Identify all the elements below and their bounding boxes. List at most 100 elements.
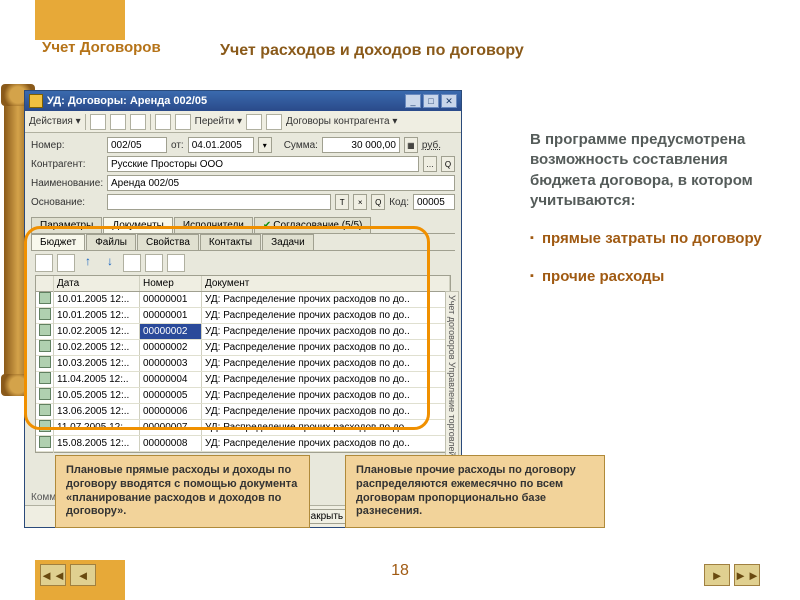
col-date[interactable]: Дата <box>54 276 140 291</box>
tab-contacts[interactable]: Контакты <box>200 234 261 250</box>
table-row[interactable]: 10.01.2005 12:..00000001УД: Распределени… <box>36 292 450 308</box>
grid-tool-icon[interactable] <box>145 254 163 272</box>
col-num[interactable]: Номер <box>140 276 202 291</box>
nav-next-button[interactable]: ► <box>704 564 730 586</box>
col-icon[interactable] <box>36 276 54 291</box>
num-label: Номер: <box>31 140 103 151</box>
toolbar-icon[interactable] <box>266 114 282 130</box>
kontr-input[interactable]: Русские Просторы ООО <box>107 156 419 172</box>
arrow-up-icon[interactable]: ↑ <box>79 254 97 272</box>
cell-doc: УД: Распределение прочих расходов по до.… <box>202 340 450 355</box>
grid-tool-icon[interactable] <box>167 254 185 272</box>
table-row[interactable]: 10.02.2005 12:..00000002УД: Распределени… <box>36 340 450 356</box>
tab-params[interactable]: Параметры <box>31 217 102 233</box>
table-row[interactable]: 11.07.2005 12:..00000007УД: Распределени… <box>36 420 450 436</box>
q-button[interactable]: Q <box>371 194 385 210</box>
toolbar-icon[interactable] <box>110 114 126 130</box>
check-icon: ✔ <box>263 220 271 231</box>
grid-tool-icon[interactable] <box>57 254 75 272</box>
date-label: от: <box>171 140 184 151</box>
tab-approval[interactable]: ✔Согласование (5/5) <box>254 217 371 233</box>
currency-link[interactable]: руб. <box>422 140 441 151</box>
cell-date: 10.02.2005 12:.. <box>54 324 140 339</box>
cell-doc: УД: Распределение прочих расходов по до.… <box>202 308 450 323</box>
basis-input[interactable] <box>107 194 331 210</box>
toolbar-icon[interactable] <box>90 114 106 130</box>
table-row[interactable]: 10.03.2005 12:..00000003УД: Распределени… <box>36 356 450 372</box>
table-row[interactable]: 15.08.2005 12:..00000008УД: Распределени… <box>36 436 450 452</box>
maximize-button[interactable]: □ <box>423 94 439 108</box>
sum-label: Сумма: <box>284 140 318 151</box>
date-picker-button[interactable]: ▾ <box>258 137 272 153</box>
cell-num: 00000005 <box>140 388 202 403</box>
table-row[interactable]: 10.02.2005 12:..00000002УД: Распределени… <box>36 324 450 340</box>
tab-tasks[interactable]: Задачи <box>262 234 314 250</box>
doc-icon <box>39 436 51 448</box>
cell-num: 00000007 <box>140 420 202 435</box>
side-vertical-text[interactable]: Учет договоров Управление торговлей <box>445 291 459 461</box>
doc-icon <box>39 292 51 304</box>
app-icon <box>29 94 43 108</box>
doc-icon <box>39 324 51 336</box>
form-area: Номер: 002/05 от: 04.01.2005 ▾ Сумма: 30… <box>25 133 461 215</box>
cell-date: 15.08.2005 12:.. <box>54 436 140 451</box>
window-title: УД: Договоры: Аренда 002/05 <box>47 95 403 107</box>
cell-date: 11.04.2005 12:.. <box>54 372 140 387</box>
basis-label: Основание: <box>31 197 103 208</box>
table-row[interactable]: 11.04.2005 12:..00000004УД: Распределени… <box>36 372 450 388</box>
titlebar[interactable]: УД: Договоры: Аренда 002/05 _ □ ✕ <box>25 91 461 111</box>
bullet-2: прочие расходы <box>530 267 780 287</box>
doc-icon <box>39 420 51 432</box>
decor-bar-top <box>35 0 125 40</box>
cell-doc: УД: Распределение прочих расходов по до.… <box>202 404 450 419</box>
table-row[interactable]: 10.05.2005 12:..00000005УД: Распределени… <box>36 388 450 404</box>
nav-last-button[interactable]: ►► <box>734 564 760 586</box>
nav-first-button[interactable]: ◄◄ <box>40 564 66 586</box>
table-row[interactable]: 10.01.2005 12:..00000001УД: Распределени… <box>36 308 450 324</box>
tab-budget[interactable]: Бюджет <box>31 234 85 250</box>
doc-icon <box>39 340 51 352</box>
code-input[interactable]: 00005 <box>413 194 455 210</box>
minimize-button[interactable]: _ <box>405 94 421 108</box>
num-input[interactable]: 002/05 <box>107 137 167 153</box>
doc-icon <box>39 372 51 384</box>
tab-files[interactable]: Файлы <box>86 234 136 250</box>
tabs-row-1: Параметры Документы Исполнители ✔Согласо… <box>31 217 455 234</box>
cell-doc: УД: Распределение прочих расходов по до.… <box>202 420 450 435</box>
grid-tool-icon[interactable] <box>123 254 141 272</box>
actions-menu[interactable]: Действия ▾ <box>29 116 81 127</box>
toolbar-icon[interactable] <box>155 114 171 130</box>
cell-doc: УД: Распределение прочих расходов по до.… <box>202 436 450 451</box>
table-row[interactable]: 13.06.2005 12:..00000006УД: Распределени… <box>36 404 450 420</box>
calc-button[interactable]: ▦ <box>404 137 418 153</box>
grid-body: 10.01.2005 12:..00000001УД: Распределени… <box>36 292 450 452</box>
x-button[interactable]: × <box>353 194 367 210</box>
cell-date: 10.03.2005 12:.. <box>54 356 140 371</box>
cell-num: 00000006 <box>140 404 202 419</box>
cell-date: 13.06.2005 12:.. <box>54 404 140 419</box>
cell-doc: УД: Распределение прочих расходов по до.… <box>202 324 450 339</box>
toolbar-icon[interactable] <box>246 114 262 130</box>
grid-tool-icon[interactable] <box>35 254 53 272</box>
close-button[interactable]: ✕ <box>441 94 457 108</box>
grid-toolbar: ↑ ↓ <box>35 254 451 272</box>
name-input[interactable]: Аренда 002/05 <box>107 175 455 191</box>
cell-num: 00000002 <box>140 324 202 339</box>
contragent-docs-menu[interactable]: Договоры контрагента ▾ <box>286 116 397 127</box>
tab-documents[interactable]: Документы <box>103 217 173 233</box>
tab-properties[interactable]: Свойства <box>137 234 199 250</box>
col-doc[interactable]: Документ <box>202 276 450 291</box>
goto-menu[interactable]: Перейти ▾ <box>195 116 242 127</box>
nav-prev-button[interactable]: ◄ <box>70 564 96 586</box>
tab-executors[interactable]: Исполнители <box>174 217 253 233</box>
sum-input[interactable]: 30 000,00 <box>322 137 400 153</box>
toolbar-icon[interactable] <box>130 114 146 130</box>
t-button[interactable]: T <box>335 194 349 210</box>
date-input[interactable]: 04.01.2005 <box>188 137 254 153</box>
toolbar-icon[interactable] <box>175 114 191 130</box>
tabs-row-2: Бюджет Файлы Свойства Контакты Задачи <box>31 234 455 251</box>
arrow-down-icon[interactable]: ↓ <box>101 254 119 272</box>
open-button[interactable]: Q <box>441 156 455 172</box>
select-button[interactable]: … <box>423 156 437 172</box>
cell-date: 10.05.2005 12:.. <box>54 388 140 403</box>
